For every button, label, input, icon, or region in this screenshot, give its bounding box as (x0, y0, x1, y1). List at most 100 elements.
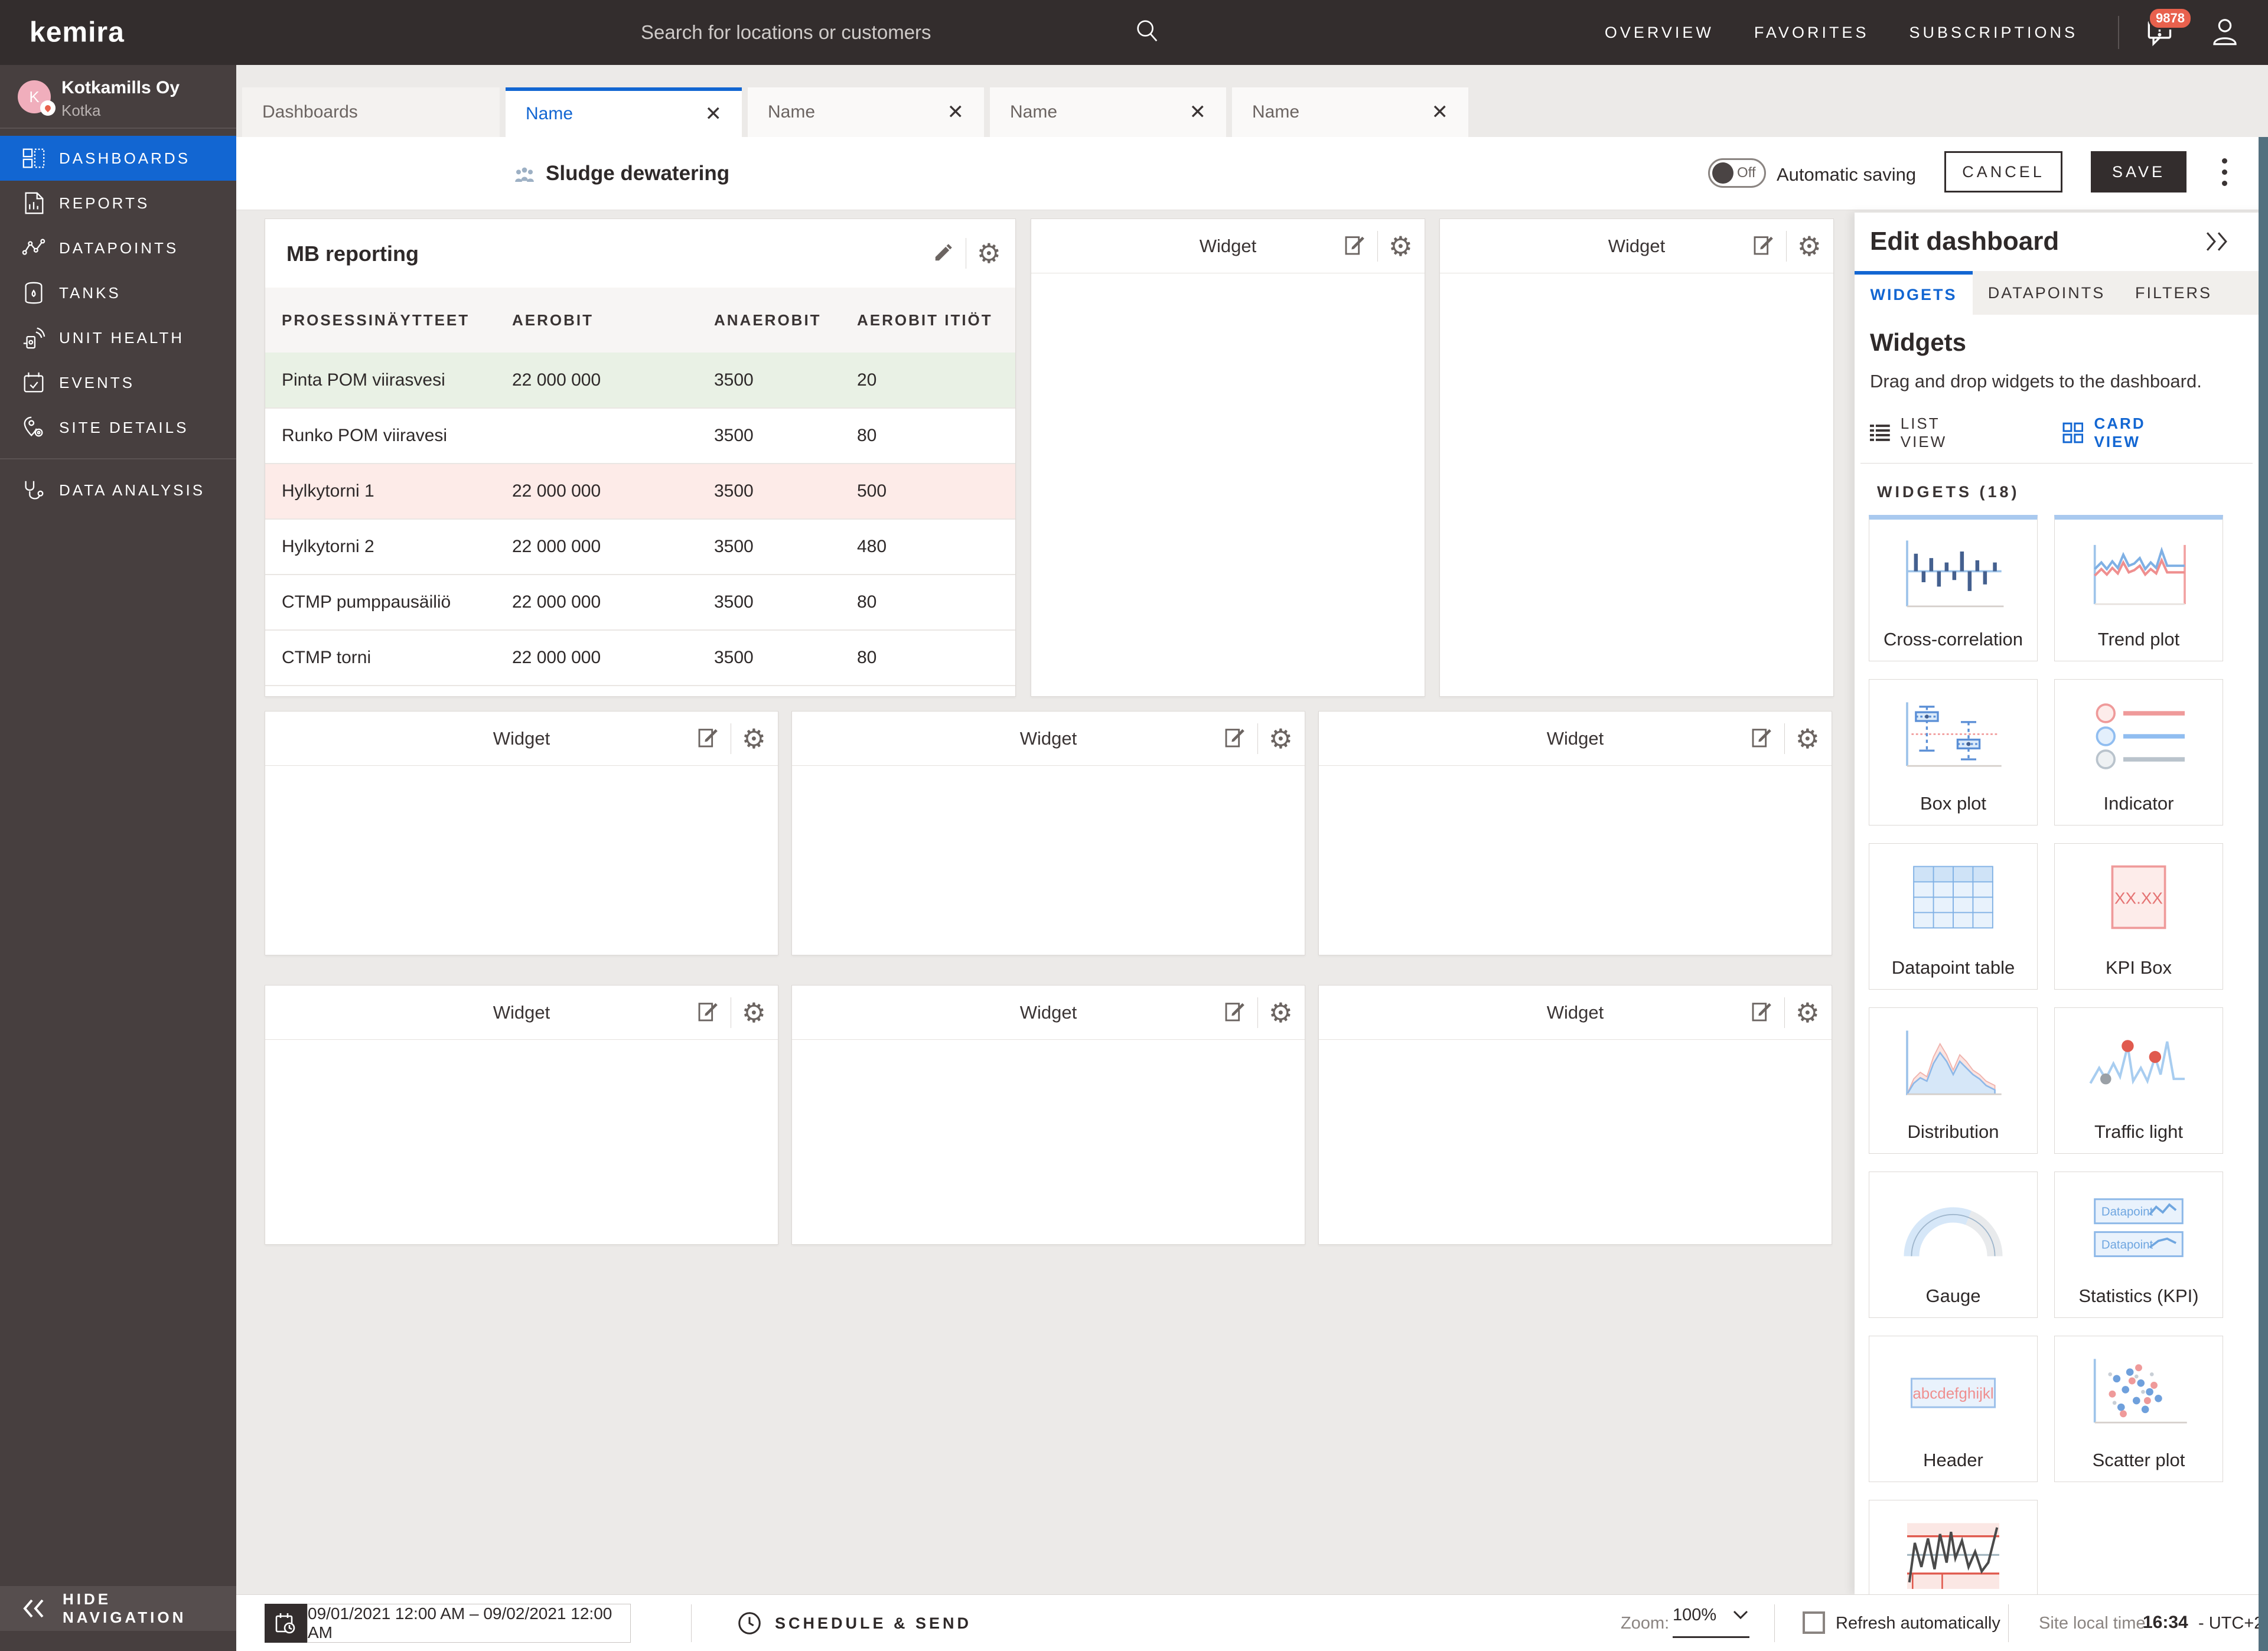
close-icon[interactable]: ✕ (705, 104, 722, 124)
autosave-toggle[interactable]: Off (1708, 158, 1766, 188)
edit-pencil-icon[interactable] (933, 241, 955, 266)
widget-placeholder[interactable]: Widget ⚙ (265, 985, 778, 1245)
table-row[interactable]: CTMP pumppausäiliö22 000 000350080 (265, 575, 1015, 630)
widget-settings-gear-icon[interactable]: ⚙ (742, 999, 766, 1026)
statistics-kpi-icon: Datapoint Datapoint (2055, 1172, 2223, 1285)
panel-scrollbar[interactable] (2259, 137, 2268, 1651)
sidebar-item-dashboards[interactable]: DASHBOARDS (0, 136, 236, 181)
sidebar-item-datapoints[interactable]: DATAPOINTS (0, 226, 236, 270)
table-row[interactable]: Runko POM viiravesi350080 (265, 408, 1015, 464)
widget-placeholder[interactable]: Widget ⚙ (1439, 218, 1834, 697)
sidebar-item-reports[interactable]: REPORTS (0, 181, 236, 226)
widget-placeholder[interactable]: Widget ⚙ (1318, 985, 1832, 1245)
tab-name-3[interactable]: Name ✕ (990, 87, 1226, 137)
edit-dashboard-panel: Edit dashboard WIDGETS DATAPOINTS FILTER… (1855, 213, 2268, 1594)
widget-settings-gear-icon[interactable]: ⚙ (1389, 233, 1413, 260)
widgets-section-title: Widgets (1870, 328, 1966, 357)
mb-reporting-widget: MB reporting ⚙ PROSESSINÄYTTEET AEROBIT … (265, 218, 1016, 697)
nav-favorites[interactable]: FAVORITES (1754, 24, 1869, 42)
list-view-button[interactable]: LIST VIEW (1870, 415, 1992, 451)
user-icon[interactable] (2208, 14, 2242, 51)
widget-card-label: Datapoint table (1884, 957, 2023, 989)
search-icon[interactable] (1133, 17, 1161, 47)
account-block[interactable]: K Kotkamills Oy Kotka (0, 65, 236, 129)
sidebar-item-site-details[interactable]: SITE DETAILS (0, 405, 236, 450)
sidebar-item-data-analysis[interactable]: DATA ANALYSIS (0, 468, 236, 513)
sidebar-item-events[interactable]: EVENTS (0, 360, 236, 405)
widget-card-gauge[interactable]: Gauge (1869, 1172, 2038, 1318)
widget-placeholder[interactable]: Widget ⚙ (791, 711, 1305, 955)
notifications-button[interactable]: 9878 (2143, 12, 2184, 53)
widget-settings-gear-icon[interactable]: ⚙ (1797, 233, 1821, 260)
tab-datapoints[interactable]: DATAPOINTS (1973, 271, 2120, 315)
calendar-button[interactable] (265, 1604, 307, 1643)
widget-card-box-plot[interactable]: Box plot (1869, 679, 2038, 826)
more-options-button[interactable] (2212, 150, 2236, 194)
edit-widget-icon[interactable] (1752, 233, 1775, 260)
close-icon[interactable]: ✕ (1432, 102, 1449, 122)
table-cell: CTMP pumppausäiliö (265, 575, 496, 630)
widget-card-statistics-kpi[interactable]: Datapoint Datapoint Statistics (KPI) (2054, 1172, 2223, 1318)
tab-widgets[interactable]: WIDGETS (1855, 271, 1973, 315)
traffic-light-icon (2055, 1008, 2223, 1121)
edit-widget-icon[interactable] (1223, 1000, 1247, 1026)
cancel-button[interactable]: CANCEL (1944, 151, 2062, 192)
widget-settings-gear-icon[interactable]: ⚙ (1795, 999, 1820, 1026)
tab-filters[interactable]: FILTERS (2120, 271, 2227, 315)
close-icon[interactable]: ✕ (1190, 102, 1207, 122)
widget-settings-gear-icon[interactable]: ⚙ (1269, 999, 1293, 1026)
widget-placeholder[interactable]: Widget ⚙ (1031, 218, 1425, 697)
tab-dashboards[interactable]: Dashboards (242, 87, 500, 137)
sidebar-item-unit-health[interactable]: UNIT HEALTH (0, 315, 236, 360)
double-chevron-left-icon (21, 1598, 47, 1619)
hide-navigation-button[interactable]: HIDE NAVIGATION (0, 1586, 236, 1631)
card-view-button[interactable]: CARD VIEW (2062, 415, 2197, 451)
sidebar-item-tanks[interactable]: TANKS (0, 270, 236, 315)
bottom-divider (691, 1604, 692, 1642)
edit-widget-icon[interactable] (1750, 726, 1774, 752)
tab-name-2[interactable]: Name ✕ (748, 87, 984, 137)
edit-widget-icon[interactable] (696, 1000, 720, 1026)
date-range-input[interactable]: 09/01/2021 12:00 AM – 09/02/2021 12:00 A… (307, 1604, 631, 1643)
widget-placeholder[interactable]: Widget ⚙ (1318, 711, 1832, 955)
nav-subscriptions[interactable]: SUBSCRIPTIONS (1909, 24, 2078, 42)
widget-card-indicator[interactable]: Indicator (2054, 679, 2223, 826)
widget-placeholder-header: Widget ⚙ (265, 712, 778, 766)
mb-table: PROSESSINÄYTTEET AEROBIT ANAEROBIT AEROB… (265, 288, 1015, 686)
nav-overview[interactable]: OVERVIEW (1605, 24, 1714, 42)
tab-name-4[interactable]: Name ✕ (1232, 87, 1468, 137)
table-row[interactable]: Hylkytorni 122 000 0003500500 (265, 464, 1015, 519)
widget-placeholder[interactable]: Widget ⚙ (265, 711, 778, 955)
widget-card-kpi-box[interactable]: XX.XX KPI Box (2054, 843, 2223, 990)
edit-widget-icon[interactable] (1343, 233, 1367, 260)
table-row[interactable]: Pinta POM viirasvesi22 000 000350020 (265, 353, 1015, 408)
edit-widget-icon[interactable] (696, 726, 720, 752)
table-cell: 480 (840, 519, 1015, 575)
widget-placeholder[interactable]: Widget ⚙ (791, 985, 1305, 1245)
schedule-send-button[interactable]: SCHEDULE & SEND (736, 1604, 972, 1643)
widget-card-distribution[interactable]: Distribution (1869, 1007, 2038, 1154)
widget-placeholder-header: Widget ⚙ (265, 986, 778, 1040)
search-input[interactable] (641, 21, 1102, 44)
widget-placeholder-header: Widget ⚙ (792, 986, 1305, 1040)
edit-widget-icon[interactable] (1750, 1000, 1774, 1026)
save-button[interactable]: SAVE (2091, 151, 2186, 192)
widget-card-cross-correlation[interactable]: Cross-correlation (1869, 515, 2038, 661)
table-row[interactable]: CTMP torni22 000 000350080 (265, 630, 1015, 686)
widget-card-scatter-plot[interactable]: Scatter plot (2054, 1336, 2223, 1482)
widget-card-traffic-light[interactable]: Traffic light (2054, 1007, 2223, 1154)
zoom-select[interactable]: 100% (1673, 1606, 1749, 1625)
widget-card-trend-plot[interactable]: Trend plot (2054, 515, 2223, 661)
collapse-panel-icon[interactable] (2203, 230, 2231, 256)
widget-card-header[interactable]: abcdefghijkl Header (1869, 1336, 2038, 1482)
widget-settings-gear-icon[interactable]: ⚙ (742, 725, 766, 752)
table-row[interactable]: Hylkytorni 222 000 0003500480 (265, 519, 1015, 575)
edit-widget-icon[interactable] (1223, 726, 1247, 752)
widget-settings-gear-icon[interactable]: ⚙ (1795, 725, 1820, 752)
widget-card-datapoint-table[interactable]: Datapoint table (1869, 843, 2038, 990)
widget-settings-gear-icon[interactable]: ⚙ (977, 240, 1001, 267)
tab-name-active[interactable]: Name ✕ (506, 87, 742, 137)
close-icon[interactable]: ✕ (947, 102, 964, 122)
widget-settings-gear-icon[interactable]: ⚙ (1269, 725, 1293, 752)
refresh-checkbox[interactable] (1803, 1611, 1825, 1634)
